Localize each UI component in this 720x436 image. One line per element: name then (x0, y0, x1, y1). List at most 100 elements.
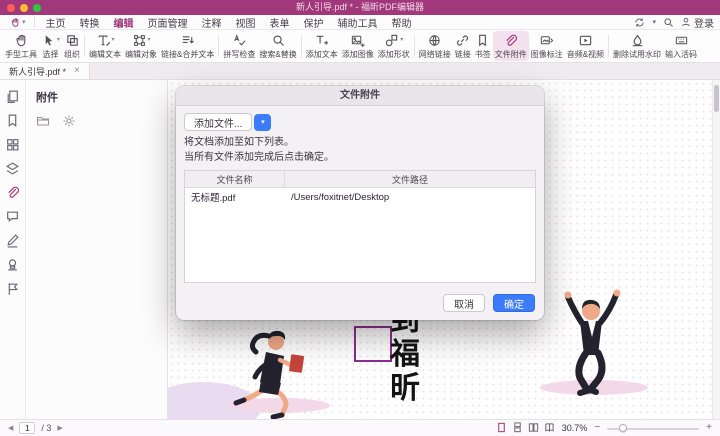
select-cursor-icon: ▾ (41, 32, 60, 48)
menu-page-management[interactable]: 页面管理 (141, 15, 195, 30)
toolbar-button-add-text[interactable]: 添加文本 (304, 31, 340, 61)
document-tabbar: 新人引导.pdf * × (0, 63, 720, 80)
image-annotation-icon (539, 32, 554, 48)
cancel-button[interactable]: 取消 (443, 294, 485, 312)
menu-accessibility[interactable]: 辅助工具 (331, 15, 385, 30)
window-controls (7, 4, 41, 12)
zoom-slider-thumb[interactable] (619, 424, 627, 432)
comments-panel-icon[interactable] (5, 209, 20, 224)
search-replace-icon (271, 32, 286, 48)
add-text-icon (314, 32, 329, 48)
zoom-out-button[interactable]: − (594, 423, 600, 433)
web-link-icon (427, 32, 442, 48)
toolbar-button-image-annotation[interactable]: 图像标注 (529, 31, 565, 61)
column-header-file-path[interactable]: 文件路径 (285, 173, 535, 186)
layers-panel-icon[interactable] (5, 161, 20, 176)
column-header-file-name[interactable]: 文件名称 (185, 171, 285, 187)
toolbar-button-web-link[interactable]: 网络链接 (417, 31, 453, 61)
chevron-down-icon[interactable]: ▾ (652, 18, 656, 26)
toolbar-button-bookmark[interactable]: 书签 (473, 31, 493, 61)
table-row[interactable]: 无标题.pdf /Users/foxitnet/Desktop (185, 188, 535, 206)
sync-icon[interactable] (634, 17, 645, 28)
chevron-down-icon: ▾ (22, 18, 26, 26)
next-page-button[interactable]: ▶ (57, 424, 62, 432)
toolbar-button-audio-video[interactable]: 音频&视频 (565, 31, 606, 61)
close-window-button[interactable] (7, 4, 15, 12)
toolbar-button-hand-tool[interactable]: 手型工具 (3, 31, 39, 61)
tab-close-icon[interactable]: × (74, 66, 80, 76)
bookmark-icon (475, 32, 490, 48)
stamp-panel-icon[interactable] (5, 257, 20, 272)
zoom-slider[interactable] (607, 423, 699, 433)
attachments-panel-title: 附件 (36, 89, 157, 105)
menu-home[interactable]: 主页 (39, 15, 73, 30)
remove-watermark-icon (630, 32, 645, 48)
signature-panel-icon[interactable] (5, 233, 20, 248)
menu-convert[interactable]: 转换 (73, 15, 107, 30)
vertical-scrollbar[interactable] (712, 80, 720, 419)
add-shape-icon: ▾ (384, 32, 403, 48)
divider (84, 35, 85, 57)
toolbar-button-spell-check[interactable]: 拼写检查 (221, 31, 257, 61)
view-facing-icon[interactable] (528, 422, 539, 435)
current-page-input[interactable]: 1 (19, 422, 35, 434)
toolbar-button-edit-text[interactable]: ▾ 编辑文本 (87, 31, 123, 61)
view-single-page-icon[interactable] (496, 422, 507, 435)
divider (34, 17, 35, 27)
toolbar-button-search-replace[interactable]: 搜索&替换 (257, 31, 298, 61)
divider (301, 35, 302, 57)
attachment-open-icon[interactable] (36, 114, 50, 133)
pages-panel-icon[interactable] (5, 89, 20, 104)
attachment-settings-icon[interactable] (62, 114, 76, 133)
file-name-cell: 无标题.pdf (185, 190, 285, 204)
zoom-in-button[interactable]: + (706, 423, 712, 433)
toolbar-button-link-merge-text[interactable]: 链接&合并文本 (159, 31, 216, 61)
chevron-down-icon: ▾ (261, 118, 265, 126)
zoom-percentage[interactable]: 30.7% (562, 423, 588, 433)
link-icon (455, 32, 470, 48)
toolbar-button-add-image[interactable]: 添加图像 (340, 31, 376, 61)
file-path-cell: /Users/foxitnet/Desktop (285, 192, 535, 203)
minimize-window-button[interactable] (20, 4, 28, 12)
toolbar-button-link[interactable]: 链接 (453, 31, 473, 61)
thumbnails-panel-icon[interactable] (5, 137, 20, 152)
menu-protect[interactable]: 保护 (297, 15, 331, 30)
menu-form[interactable]: 表单 (263, 15, 297, 30)
previous-page-button[interactable]: ◀ (8, 424, 13, 432)
menu-view[interactable]: 视图 (229, 15, 263, 30)
navigation-icon-strip (0, 80, 26, 419)
window-title: 新人引导.pdf * - 福昕PDF编辑器 (0, 0, 720, 15)
add-file-button[interactable]: 添加文件... (184, 113, 252, 131)
zoom-window-button[interactable] (33, 4, 41, 12)
destinations-panel-icon[interactable] (5, 281, 20, 296)
toolbar-button-remove-trial-watermark[interactable]: 删除试用水印 (611, 31, 663, 61)
document-tab[interactable]: 新人引导.pdf * × (0, 63, 90, 79)
login-button[interactable]: 登录 (681, 15, 714, 30)
scrollbar-thumb[interactable] (714, 85, 719, 112)
add-image-icon (350, 32, 365, 48)
bookmarks-panel-icon[interactable] (5, 113, 20, 128)
toolbar-button-file-attachment[interactable]: 文件附件 (493, 31, 529, 61)
toolbar-button-add-shape[interactable]: ▾ 添加形状 (376, 31, 412, 61)
menu-edit[interactable]: 编辑 (107, 15, 141, 30)
activation-code-icon (674, 32, 689, 48)
titlebar: 新人引导.pdf * - 福昕PDF编辑器 (0, 0, 720, 15)
menu-comment[interactable]: 注释 (195, 15, 229, 30)
add-file-dropdown-button[interactable]: ▾ (254, 114, 271, 131)
link-merge-text-icon (180, 32, 195, 48)
hand-mode-menu[interactable]: ▾ (6, 17, 30, 28)
search-icon[interactable] (663, 17, 674, 28)
toolbar-button-edit-object[interactable]: ▾ 编辑对象 (123, 31, 159, 61)
confirm-button[interactable]: 确定 (493, 294, 535, 312)
toolbar-button-organize[interactable]: 组织 (62, 31, 82, 61)
dialog-instruction-1: 将文档添加至如下列表。 (184, 136, 536, 150)
view-continuous-icon[interactable] (512, 422, 523, 435)
attachments-panel-icon[interactable] (5, 185, 20, 200)
view-book-icon[interactable] (544, 422, 555, 435)
menu-help[interactable]: 帮助 (385, 15, 419, 30)
organize-icon (65, 32, 80, 48)
attachments-panel: 附件 (26, 80, 168, 419)
toolbar-button-select[interactable]: ▾ 选择 (39, 31, 62, 61)
illustration-jumping-man (540, 283, 640, 401)
toolbar-button-activation-code[interactable]: 输入活码 (663, 31, 699, 61)
